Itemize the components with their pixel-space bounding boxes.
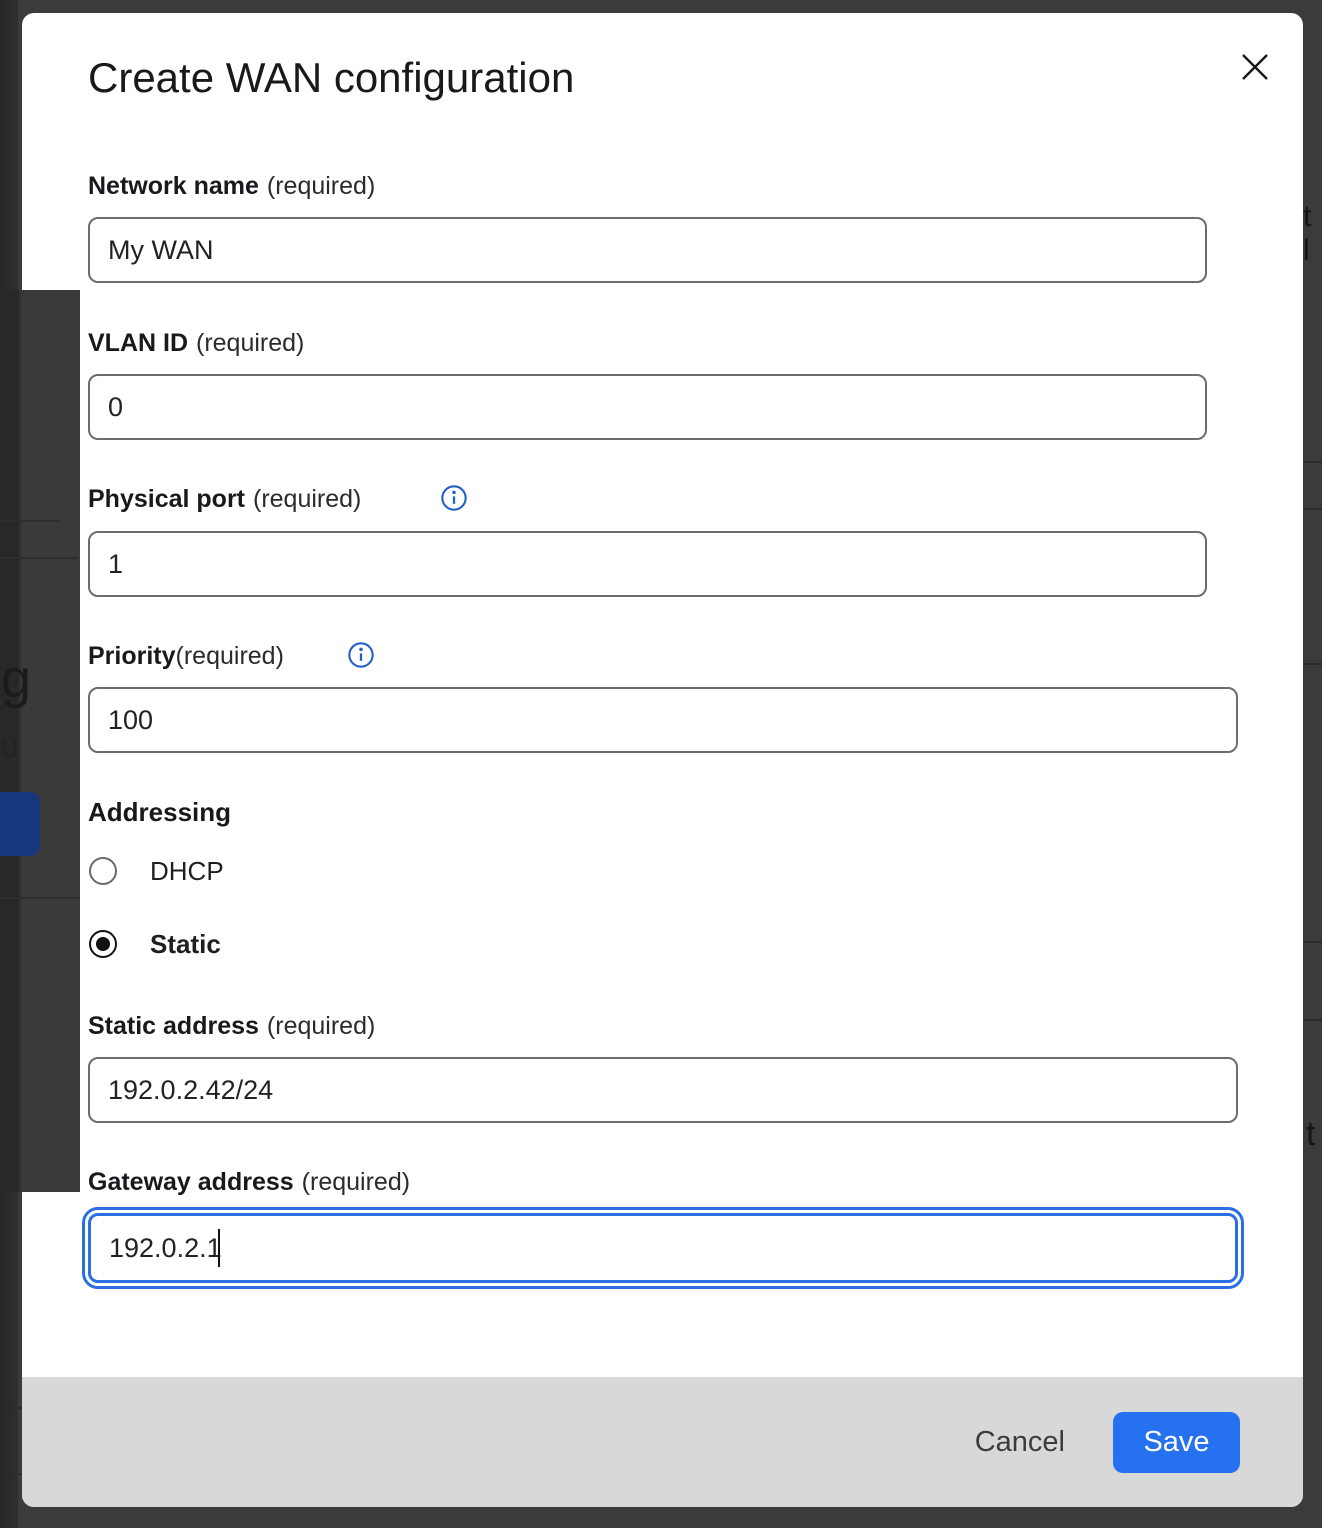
static-address-input[interactable]: [88, 1057, 1238, 1123]
priority-label: Priority(required): [88, 640, 284, 672]
radio-button-dhcp[interactable]: [89, 857, 117, 885]
radio-label: Static: [150, 929, 221, 960]
dimmed-table-line: [1304, 663, 1322, 665]
dialog-footer: Cancel Save: [22, 1377, 1303, 1507]
cancel-button[interactable]: Cancel: [975, 1426, 1065, 1459]
required-hint: (required): [176, 642, 284, 670]
radio-label: DHCP: [150, 856, 224, 887]
info-icon[interactable]: [347, 641, 375, 669]
dimmed-table-line: [0, 897, 80, 899]
addressing-option-static[interactable]: Static: [89, 930, 221, 958]
create-wan-dialog: Create WAN configuration Network name (re…: [22, 13, 1303, 1507]
vlan-id-label-text: VLAN ID: [88, 329, 188, 357]
radio-button-static[interactable]: [89, 930, 117, 958]
dimmed-background-band: g u: [0, 290, 80, 1192]
required-hint: (required): [196, 329, 304, 357]
gateway-address-label-text: Gateway address: [88, 1168, 294, 1196]
gateway-address-input[interactable]: [88, 1213, 1238, 1283]
physical-port-label-text: Physical port: [88, 485, 245, 513]
dimmed-table-line: [1304, 1019, 1322, 1021]
addressing-heading: Addressing: [88, 797, 231, 828]
network-name-input[interactable]: [88, 217, 1207, 283]
dialog-title: Create WAN configuration: [88, 53, 574, 103]
priority-input[interactable]: [88, 687, 1238, 753]
dimmed-background-text: g: [1, 648, 31, 710]
required-hint: (required): [267, 172, 375, 200]
static-address-label: Static address (required): [88, 1010, 375, 1042]
dimmed-table-line: [1304, 941, 1322, 943]
priority-label-text: Priority: [88, 642, 176, 670]
dimmed-table-line: [0, 520, 60, 522]
gateway-address-field: [88, 1213, 1238, 1283]
dimmed-table-line: [0, 1473, 22, 1475]
gateway-address-label: Gateway address (required): [88, 1166, 410, 1198]
dimmed-background-text: u: [1, 728, 19, 765]
dimmed-table-line: [0, 1407, 22, 1409]
physical-port-input[interactable]: [88, 531, 1207, 597]
network-name-label: Network name (required): [88, 170, 375, 202]
save-button[interactable]: Save: [1113, 1412, 1240, 1473]
physical-port-label: Physical port (required): [88, 483, 361, 515]
static-address-label-text: Static address: [88, 1012, 259, 1040]
dimmed-table-line: [1304, 461, 1322, 463]
text-cursor: [218, 1229, 220, 1267]
network-name-label-text: Network name: [88, 172, 259, 200]
close-icon: [1238, 72, 1272, 87]
required-hint: (required): [253, 485, 361, 513]
dimmed-background-text: t l: [1303, 200, 1322, 268]
required-hint: (required): [267, 1012, 375, 1040]
dimmed-table-line: [0, 557, 78, 559]
addressing-option-dhcp[interactable]: DHCP: [89, 857, 224, 885]
info-icon[interactable]: [440, 484, 468, 512]
dimmed-background-text: t: [1306, 1115, 1315, 1154]
dimmed-table-line: [1304, 508, 1322, 510]
vlan-id-input[interactable]: [88, 374, 1207, 440]
close-button[interactable]: [1238, 50, 1272, 84]
vlan-id-label: VLAN ID (required): [88, 327, 304, 359]
required-hint: (required): [302, 1168, 410, 1196]
dimmed-nav-button: [0, 792, 40, 856]
